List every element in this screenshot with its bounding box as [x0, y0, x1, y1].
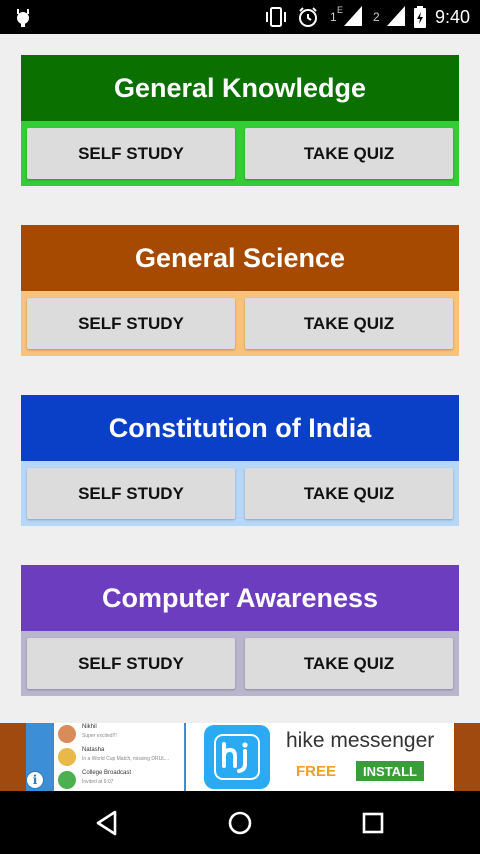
navigation-bar [0, 791, 480, 854]
preview-name: Nikhil [82, 724, 97, 730]
back-triangle-icon[interactable] [91, 807, 123, 839]
avatar [58, 771, 76, 789]
card-footer: SELF STUDY TAKE QUIZ [21, 631, 459, 696]
ad-content[interactable]: Nikhil Super excited!!! Natasha In a Wor… [26, 723, 454, 791]
card-header: General Knowledge [21, 55, 459, 121]
sim1-network: E [336, 5, 343, 15]
self-study-button[interactable]: SELF STUDY [27, 468, 235, 519]
card-footer: SELF STUDY TAKE QUIZ [21, 461, 459, 526]
battery-icon [413, 6, 426, 28]
category-card-general-knowledge: General Knowledge SELF STUDY TAKE QUIZ [21, 55, 459, 186]
preview-name: College Broadcast [82, 770, 132, 776]
category-card-constitution-of-india: Constitution of India SELF STUDY TAKE QU… [21, 395, 459, 526]
status-bar: 1 E 2 9:40 [0, 0, 480, 34]
list-item: College Broadcast Invited at 6:07 [58, 770, 182, 790]
take-quiz-button[interactable]: TAKE QUIZ [245, 298, 453, 349]
ad-title: hike messenger [286, 729, 435, 752]
preview-text: Super excited!!! [82, 733, 117, 739]
list-item: Nikhil Super excited!!! [58, 724, 182, 744]
status-time: 9:40 [434, 6, 470, 27]
sim1-label: 1 [329, 10, 337, 24]
take-quiz-button[interactable]: TAKE QUIZ [245, 468, 453, 519]
self-study-button[interactable]: SELF STUDY [27, 128, 235, 179]
install-button[interactable]: INSTALL [356, 761, 424, 781]
self-study-button[interactable]: SELF STUDY [27, 298, 235, 349]
sim1-signal: 1 E [328, 5, 362, 28]
card-footer: SELF STUDY TAKE QUIZ [21, 121, 459, 186]
category-card-computer-awareness: Computer Awareness SELF STUDY TAKE QUIZ [21, 565, 459, 696]
preview-name: Natasha [82, 747, 105, 753]
ad-phone-screen: Nikhil Super excited!!! Natasha In a Wor… [54, 723, 184, 791]
card-title: General Knowledge [113, 72, 367, 103]
card-header: Constitution of India [21, 395, 459, 461]
card-header: General Science [21, 225, 459, 291]
list-item: Natasha In a World Cup Match, missing DR… [58, 747, 182, 767]
preview-text: Invited at 6:07 [82, 779, 114, 785]
debug-bug-icon [17, 9, 29, 27]
recents-square-icon[interactable] [357, 807, 389, 839]
card-footer: SELF STUDY TAKE QUIZ [21, 291, 459, 356]
ad-app-preview: Nikhil Super excited!!! Natasha In a Wor… [26, 723, 186, 791]
ad-banner[interactable]: Nikhil Super excited!!! Natasha In a Wor… [0, 723, 480, 791]
self-study-button[interactable]: SELF STUDY [27, 638, 235, 689]
home-circle-icon[interactable] [224, 807, 256, 839]
hike-logo-icon [204, 725, 270, 789]
category-card-general-science: General Science SELF STUDY TAKE QUIZ [21, 225, 459, 356]
ad-info-icon[interactable]: i [26, 771, 44, 789]
signal-icon [386, 6, 405, 26]
alarm-icon [298, 7, 317, 27]
avatar [58, 748, 76, 766]
card-title: Computer Awareness [101, 582, 379, 613]
card-title: Constitution of India [108, 412, 372, 443]
card-title: General Science [134, 242, 346, 273]
take-quiz-button[interactable]: TAKE QUIZ [245, 128, 453, 179]
avatar [58, 725, 76, 743]
vibrate-icon [265, 7, 286, 27]
preview-text: In a World Cup Match, missing DRUL... [82, 756, 170, 762]
card-header: Computer Awareness [21, 565, 459, 631]
signal-icon [343, 6, 362, 26]
take-quiz-button[interactable]: TAKE QUIZ [245, 638, 453, 689]
ad-free-label: FREE [296, 763, 337, 780]
sim2-label: 2 [372, 10, 380, 24]
sim2-signal: 2 [371, 6, 405, 28]
